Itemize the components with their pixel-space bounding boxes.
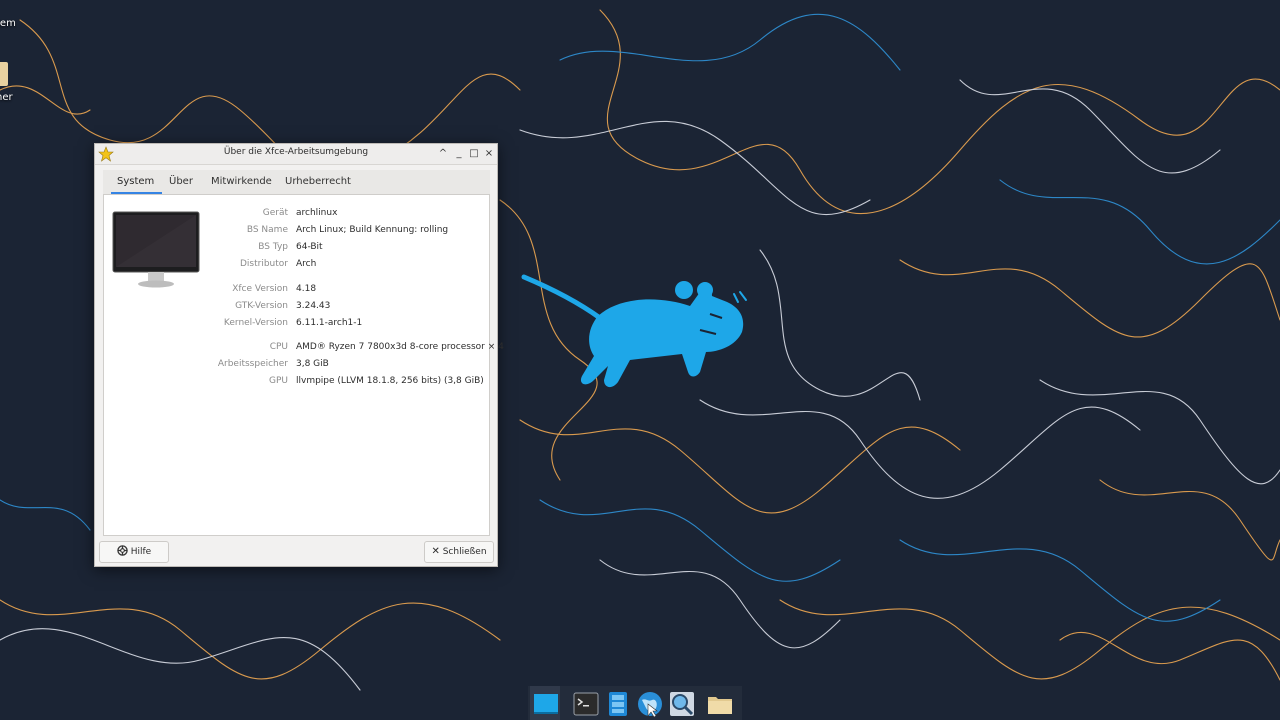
device-value: archlinux [296,208,338,218]
close-button-label: Schließen [442,547,487,557]
gpu-value: llvmpipe (LLVM 18.1.8, 256 bits) (3,8 Gi… [296,376,484,386]
info-row-kernel: Kernel-Version 6.11.1-arch1-1 [104,318,491,332]
minimize-button[interactable]: _ [452,147,466,161]
info-row-memory: Arbeitsspeicher 3,8 GiB [104,359,491,373]
desktop-icon-label-1[interactable]: tem [0,18,16,29]
kernel-version-value: 6.11.1-arch1-1 [296,318,363,328]
title-bar[interactable]: Über die Xfce-Arbeitsumgebung ^ _ □ × [95,144,497,165]
info-row-os-type: BS Typ 64-Bit [104,242,491,256]
help-button[interactable]: Hilfe [99,541,169,563]
info-row-device: Gerät archlinux [104,208,491,222]
show-desktop-icon[interactable] [532,690,560,718]
tab-urheberrecht[interactable]: Urheberrecht [285,170,351,194]
close-window-button[interactable]: × [482,147,496,161]
help-button-label: Hilfe [130,547,152,557]
file-manager-icon[interactable] [604,690,632,718]
os-type-label: BS Typ [258,242,288,252]
cpu-value: AMD® Ryzen 7 7800x3d 8-core processor × … [296,342,504,352]
tab-mitwirkende[interactable]: Mitwirkende [211,170,272,194]
maximize-button[interactable]: □ [467,147,481,161]
close-button[interactable]: ✕ Schließen [424,541,494,563]
shade-button[interactable]: ^ [436,147,450,161]
info-row-xfce: Xfce Version 4.18 [104,284,491,298]
app-finder-icon[interactable] [668,690,696,718]
close-icon: ✕ [431,546,440,557]
lifebuoy-icon [117,544,128,556]
kernel-version-label: Kernel-Version [223,318,288,328]
distributor-value: Arch [296,259,317,269]
os-type-value: 64-Bit [296,242,323,252]
terminal-icon[interactable] [572,690,600,718]
dock-panel [528,686,742,720]
distributor-label: Distributor [239,259,288,269]
system-info-panel: Gerät archlinux BS Name Arch Linux; Buil… [103,195,504,536]
memory-label: Arbeitsspeicher [217,359,288,369]
gtk-version-label: GTK-Version [235,301,288,311]
device-label: Gerät [262,208,288,218]
gpu-label: GPU [269,376,288,386]
memory-value: 3,8 GiB [296,359,329,369]
tab-bar: System Über Mitwirkende Urheberrecht [103,170,490,195]
tab-ueber[interactable]: Über [169,170,193,194]
info-row-distributor: Distributor Arch [104,259,491,273]
about-dialog: Über die Xfce-Arbeitsumgebung ^ _ □ × Sy… [94,143,504,567]
xfce-version-value: 4.18 [296,284,317,294]
gtk-version-value: 3.24.43 [296,301,331,311]
info-row-gpu: GPU llvmpipe (LLVM 18.1.8, 256 bits) (3,… [104,376,491,390]
info-row-cpu: CPU AMD® Ryzen 7 7800x3d 8-core processo… [104,342,504,356]
info-row-gtk: GTK-Version 3.24.43 [104,301,491,315]
tab-system[interactable]: System [110,170,163,194]
os-name-value: Arch Linux; Build Kennung: rolling [296,225,449,235]
home-folder-icon[interactable] [0,62,8,86]
desktop: tem her Über die Xfce-Arbeitsumgebung ^ … [0,0,1280,720]
folder-icon[interactable] [706,690,734,718]
cpu-label: CPU [269,342,288,352]
desktop-icon-label-2[interactable]: her [0,92,13,103]
os-name-label: BS Name [246,225,288,235]
info-row-os-name: BS Name Arch Linux; Build Kennung: rolli… [104,225,491,239]
xfce-version-label: Xfce Version [232,284,288,294]
web-browser-icon[interactable] [636,690,664,718]
